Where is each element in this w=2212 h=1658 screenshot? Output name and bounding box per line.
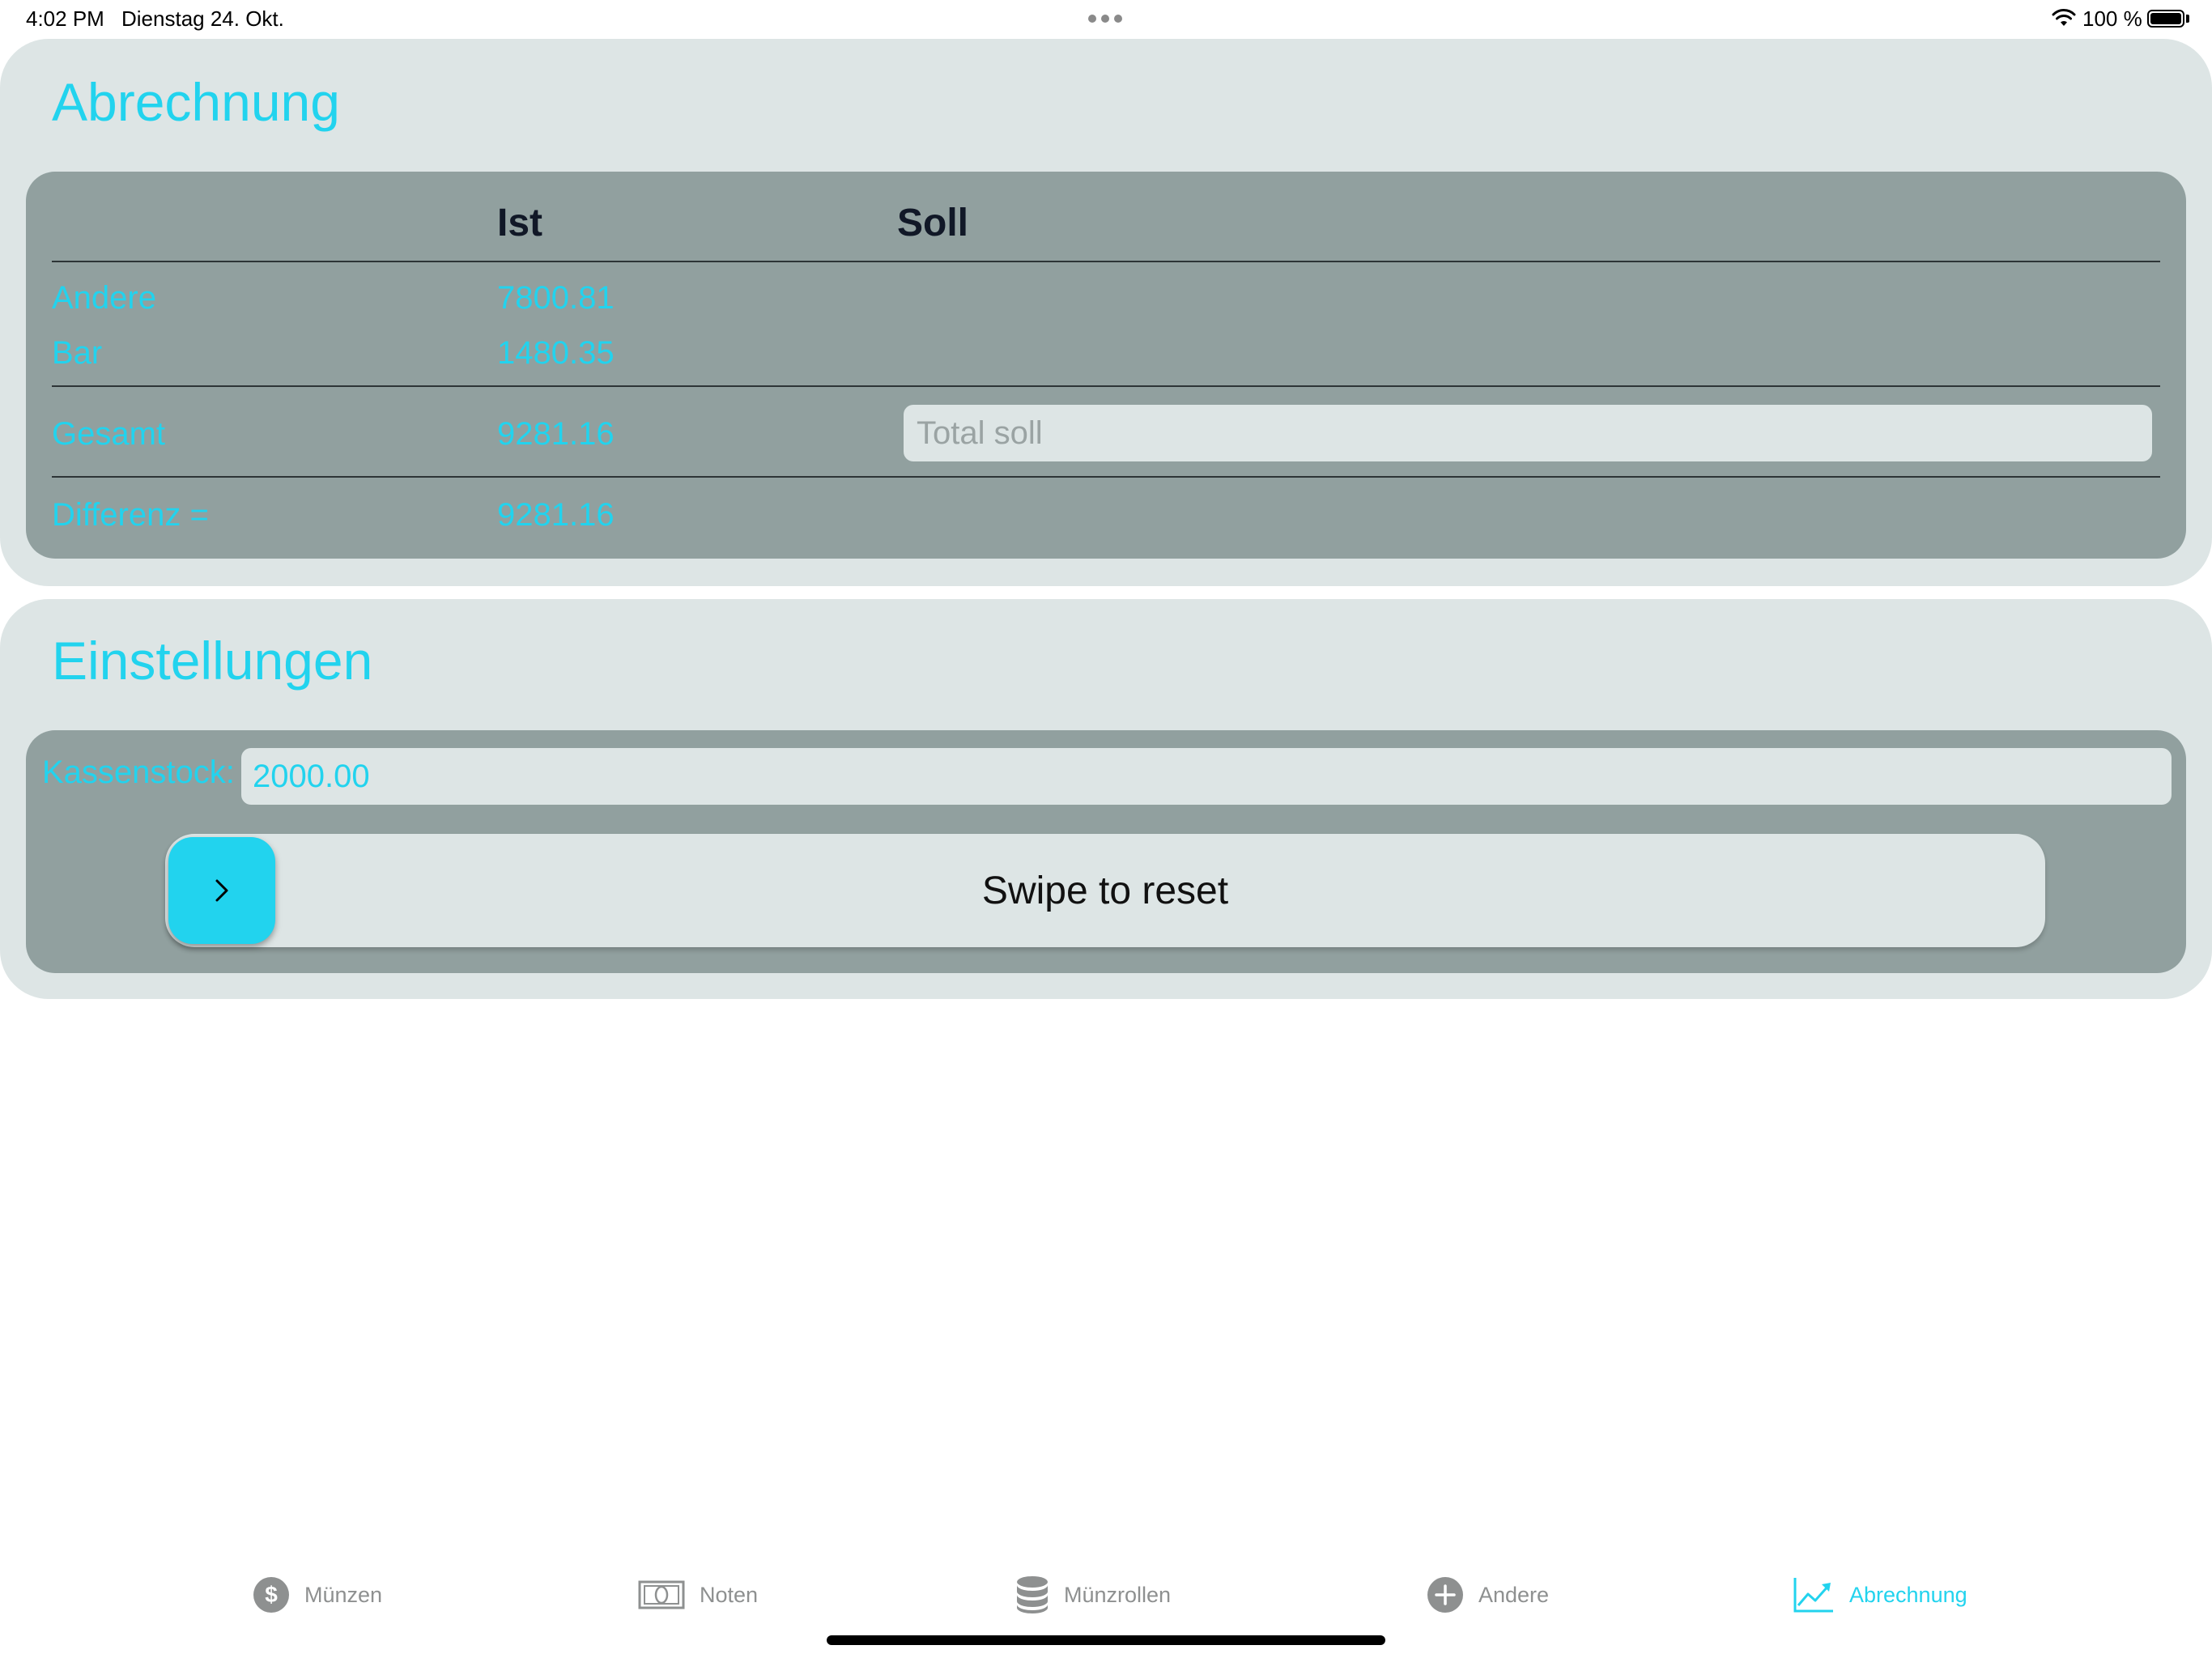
tab-label: Münzrollen (1064, 1582, 1172, 1607)
tab-label: Abrechnung (1849, 1582, 1967, 1607)
tab-noten[interactable]: Noten (638, 1562, 758, 1627)
abrechnung-card: Abrechnung Ist Soll Andere 7800.81 Bar 1… (0, 39, 2212, 586)
banknote-icon (638, 1580, 685, 1609)
dollar-circle-icon: $ (253, 1577, 289, 1613)
plus-circle-icon (1427, 1577, 1463, 1613)
status-bar: 4:02 PM Dienstag 24. Okt. 100 % (0, 0, 2212, 39)
abrechnung-table: Ist Soll Andere 7800.81 Bar 1480.35 Gesa… (26, 172, 2186, 559)
row-value-bar: 1480.35 (497, 335, 615, 371)
swipe-to-reset-label: Swipe to reset (981, 869, 1229, 912)
abrechnung-title: Abrechnung (52, 72, 340, 132)
tab-bar: $ Münzen Noten Münzrollen Andere Abrechn… (0, 1562, 2212, 1627)
multitasking-dots-icon[interactable] (1088, 15, 1122, 23)
kassenstock-label: Kassenstock: (42, 755, 235, 790)
battery-percentage: 100 % (2082, 6, 2142, 31)
tab-label: Andere (1478, 1582, 1550, 1607)
row-value-andere: 7800.81 (497, 280, 615, 316)
coin-stack-icon (1017, 1576, 1048, 1613)
total-label: Gesamt (52, 416, 166, 452)
total-soll-input[interactable] (904, 405, 2152, 461)
einstellungen-title: Einstellungen (52, 631, 373, 691)
kassenstock-input[interactable] (241, 748, 2172, 805)
tab-muenzen[interactable]: $ Münzen (253, 1562, 382, 1627)
tab-label: Noten (700, 1582, 759, 1607)
total-divider (52, 476, 2160, 478)
tab-andere[interactable]: Andere (1427, 1562, 1549, 1627)
difference-label: Differenz = (52, 497, 209, 533)
header-divider (52, 261, 2160, 262)
einstellungen-panel: Kassenstock: Swipe to reset (26, 730, 2186, 973)
rows-divider (52, 385, 2160, 387)
difference-value: 9281.16 (497, 497, 615, 533)
chevron-right-icon (215, 879, 228, 902)
swipe-handle[interactable] (168, 837, 275, 944)
tab-abrechnung[interactable]: Abrechnung (1793, 1562, 1967, 1627)
swipe-to-reset-slider[interactable]: Swipe to reset (165, 834, 2045, 947)
einstellungen-card: Einstellungen Kassenstock: Swipe to rese… (0, 599, 2212, 999)
tab-label: Münzen (304, 1582, 383, 1607)
total-ist-value: 9281.16 (497, 416, 615, 452)
home-indicator[interactable] (827, 1635, 1385, 1645)
status-time: 4:02 PM (26, 6, 104, 31)
column-header-ist: Ist (497, 202, 543, 244)
tab-muenzrollen[interactable]: Münzrollen (1015, 1562, 1171, 1627)
column-header-soll: Soll (897, 202, 969, 244)
row-label-andere: Andere (52, 280, 156, 316)
battery-icon (2147, 10, 2184, 28)
svg-text:$: $ (265, 1582, 278, 1607)
status-date: Dienstag 24. Okt. (121, 6, 284, 31)
chart-line-icon (1793, 1578, 1833, 1613)
row-label-bar: Bar (52, 335, 103, 371)
wifi-icon (2052, 9, 2076, 26)
